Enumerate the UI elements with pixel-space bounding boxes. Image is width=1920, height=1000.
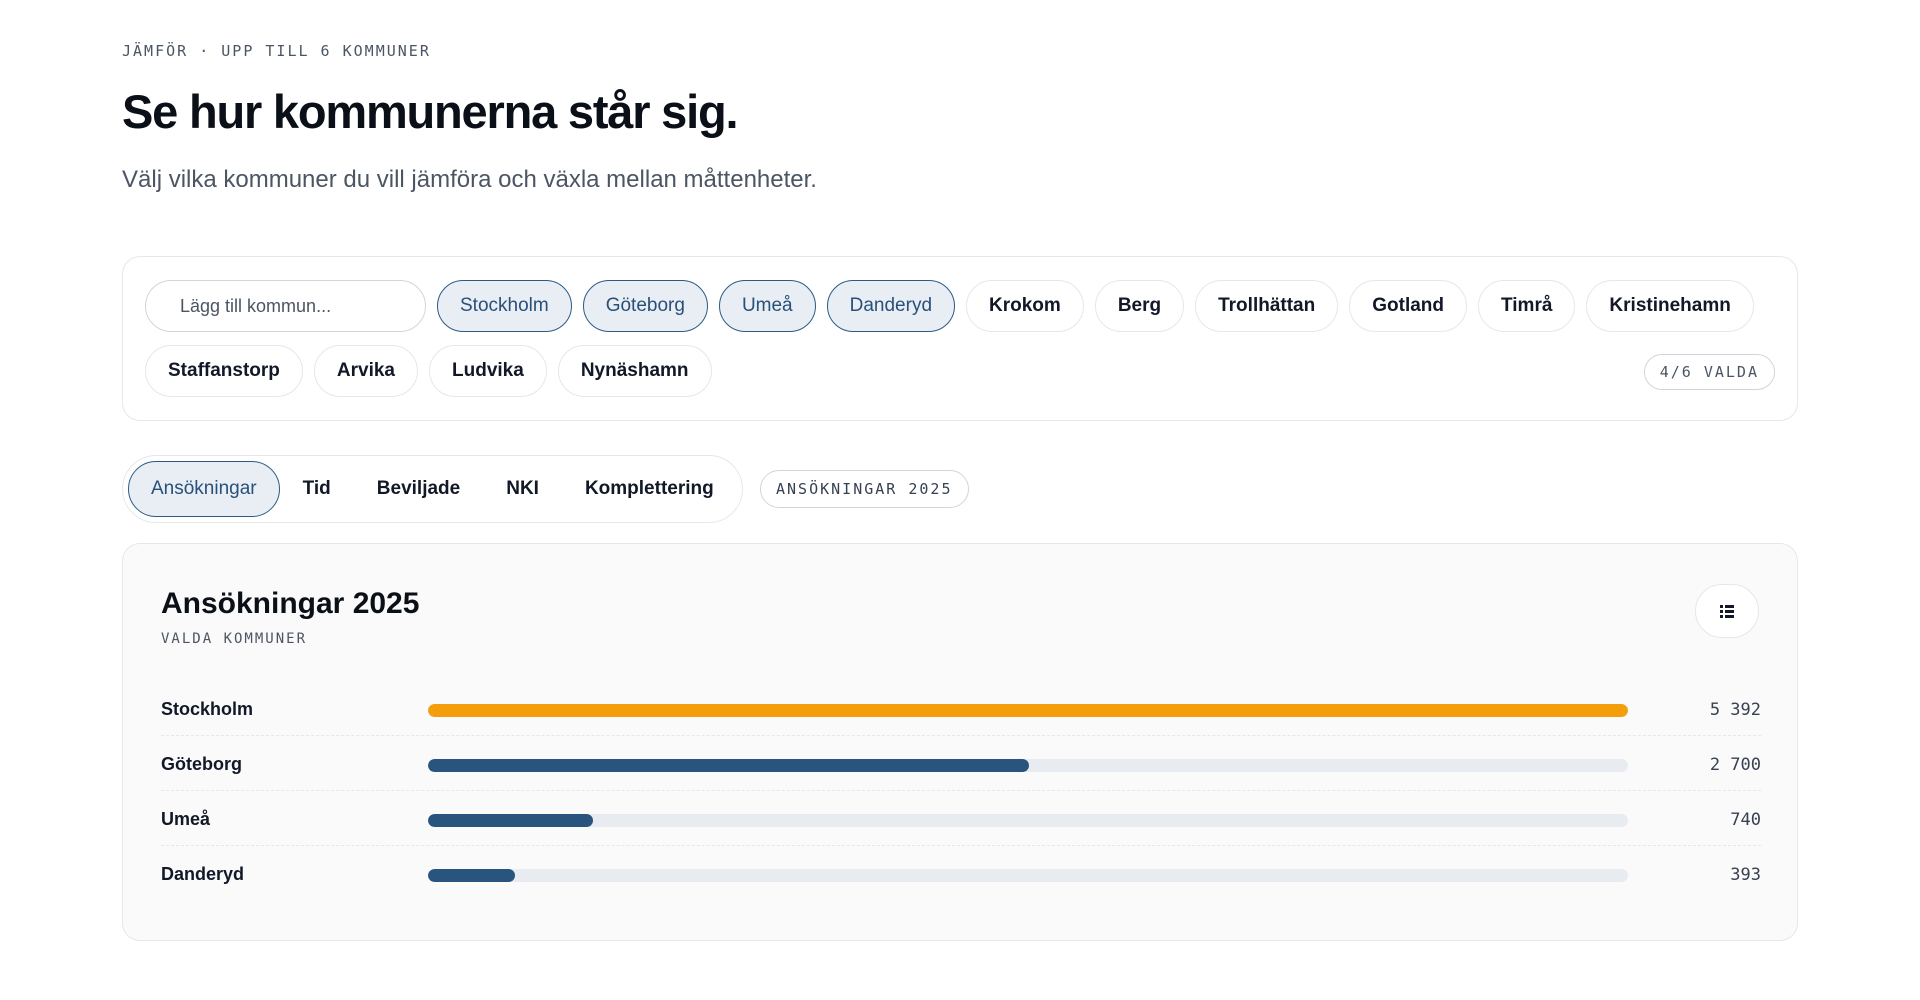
bar [428,759,1029,772]
chip-nynashamn[interactable]: Nynäshamn [557,345,712,397]
tab-komplettering[interactable]: Komplettering [562,461,737,517]
eyebrow: JÄMFÖR · UPP TILL 6 KOMMUNER [122,42,431,60]
bar-track [428,704,1628,717]
bar-row-goteborg: Göteborg 2 700 [161,736,1761,791]
bar-row-umea: Umeå 740 [161,791,1761,846]
chip-gotland[interactable]: Gotland [1349,280,1468,332]
bar-value-label: 5 392 [1709,700,1761,720]
bar-label: Danderyd [161,864,245,884]
tab-tid[interactable]: Tid [280,461,354,517]
table-view-button[interactable] [1695,584,1759,638]
bar-track [428,814,1628,827]
page-subtitle: Välj vilka kommuner du vill jämföra och … [122,166,817,193]
tab-nki[interactable]: NKI [483,461,562,517]
chip-kristinehamn[interactable]: Kristinehamn [1586,280,1754,332]
list-icon [1720,604,1734,618]
tab-ansokningar[interactable]: Ansökningar [128,461,280,517]
chip-krokom[interactable]: Krokom [966,280,1084,332]
bar [428,869,516,882]
bar-label: Stockholm [161,699,254,719]
bar [428,814,593,827]
chip-berg[interactable]: Berg [1094,280,1185,332]
chip-trollhattan[interactable]: Trollhättan [1195,280,1339,332]
chip-staffanstorp[interactable]: Staffanstorp [145,345,303,397]
chip-row-2: Staffanstorp Arvika Ludvika Nynäshamn [145,345,712,397]
bar-label: Göteborg [161,754,242,774]
bar-chart: Stockholm 5 392 Göteborg 2 700 Umeå 740 Dander… [161,681,1761,901]
bar-track [428,759,1628,772]
bar-label: Umeå [161,809,211,829]
chart-title: Ansökningar 2025 [161,587,420,620]
bar [428,704,1628,717]
add-municipality-input[interactable] [145,280,426,332]
metric-badge: ANSÖKNINGAR 2025 [760,470,969,508]
chip-timra[interactable]: Timrå [1478,280,1576,332]
municipality-picker: StockholmGöteborgUmeåDanderydKrokomBergT… [122,256,1798,421]
chip-ludvika[interactable]: Ludvika [429,345,547,397]
bar-row-stockholm: Stockholm 5 392 [161,681,1761,736]
bar-value-label: 2 700 [1709,755,1761,775]
chip-arvika[interactable]: Arvika [313,345,419,397]
chip-stockholm[interactable]: Stockholm [437,280,572,332]
bar-value-label: 393 [1730,865,1761,885]
chip-row-1: StockholmGöteborgUmeåDanderydKrokomBergT… [145,280,1754,332]
chip-goteborg[interactable]: Göteborg [582,280,708,332]
page-title: Se hur kommunerna står sig. [122,85,739,138]
chip-danderyd[interactable]: Danderyd [826,280,956,332]
chart-card: Ansökningar 2025 VALDA KOMMUNER Stockhol… [122,543,1798,941]
tab-beviljade[interactable]: Beviljade [354,461,483,517]
selected-count-badge: 4/6 VALDA [1643,354,1775,390]
bar-value-label: 740 [1730,810,1761,830]
chart-subtitle: VALDA KOMMUNER [161,631,308,647]
bar-row-danderyd: Danderyd 393 [161,846,1761,901]
bar-track [428,869,1628,882]
chip-umea[interactable]: Umeå [718,280,816,332]
metric-tabs: Ansökningar Tid Beviljade NKI Komplettering [122,455,743,523]
